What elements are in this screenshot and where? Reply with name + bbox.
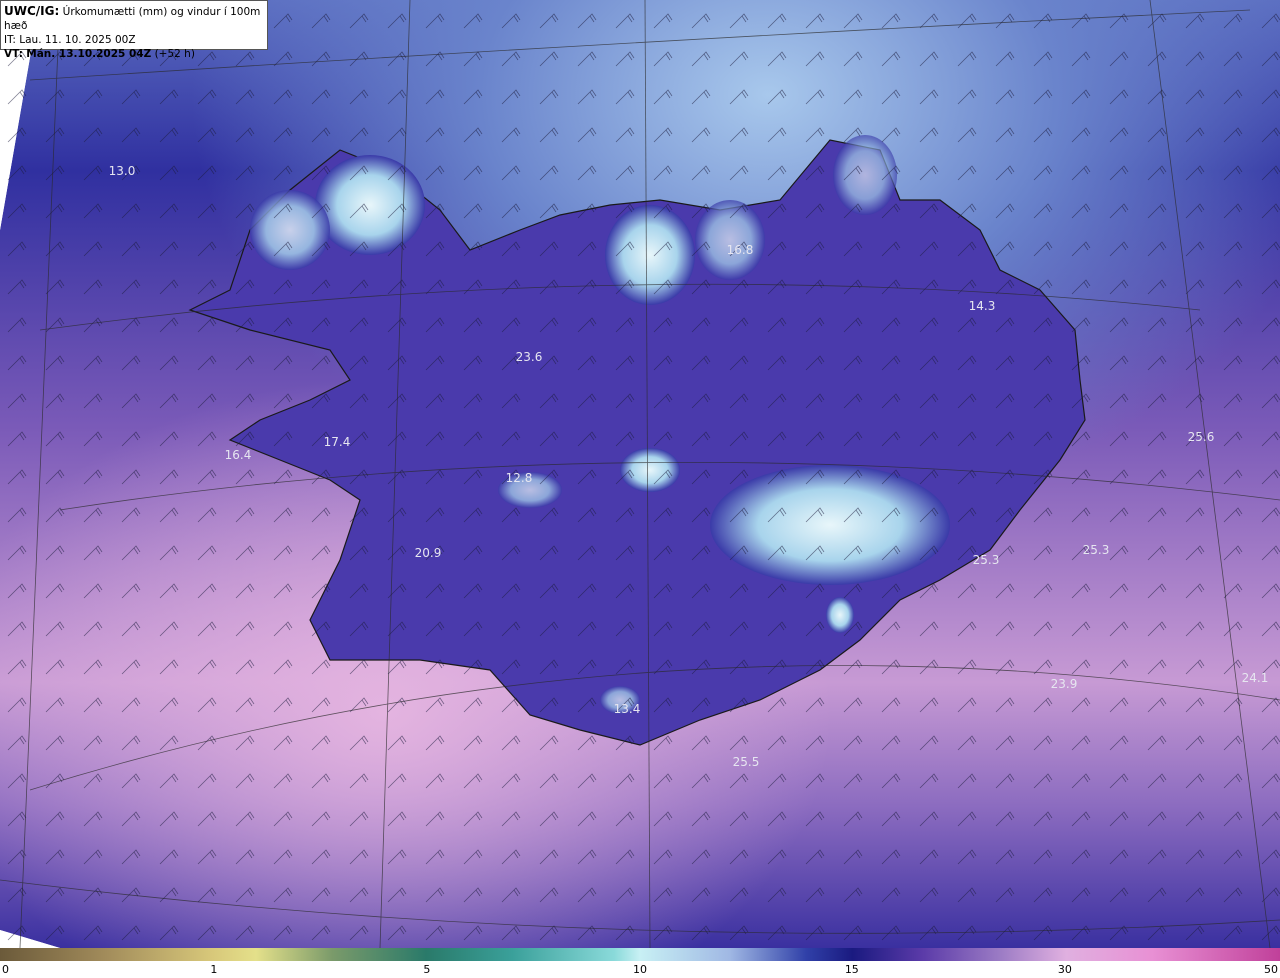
color-legend-tick: 0 (2, 963, 9, 976)
value-label: 13.4 (613, 702, 641, 716)
value-label: 25.6 (1187, 430, 1215, 444)
value-label: 17.4 (323, 435, 351, 449)
value-label: 13.0 (108, 164, 136, 178)
value-label: 16.4 (224, 448, 252, 462)
value-label: 20.9 (414, 546, 442, 560)
valid-time: Mán. 13.10.2025 04Z (26, 48, 152, 60)
color-legend: 0 1 5 10 15 30 50 (0, 948, 1280, 978)
value-label: 25.5 (732, 755, 760, 769)
lead-time: (+52 h) (154, 48, 195, 60)
value-label: 25.3 (1082, 543, 1110, 557)
value-label: 14.3 (968, 299, 996, 313)
product-code: UWC/IG: (4, 4, 60, 18)
color-legend-tick: 5 (423, 963, 431, 976)
value-label: 25.3 (972, 553, 1000, 567)
color-legend-tick: 10 (633, 963, 647, 976)
weather-map (0, 0, 1280, 948)
valid-label: VT: (4, 48, 23, 60)
color-legend-tick: 1 (210, 963, 218, 976)
color-legend-tick: 30 (1057, 963, 1072, 976)
init-label: IT: (4, 34, 16, 46)
init-time: Lau. 11. 10. 2025 00Z (19, 34, 136, 46)
color-legend-tick: 50 (1264, 963, 1278, 976)
value-label: 16.8 (726, 243, 754, 257)
value-label: 23.6 (515, 350, 543, 364)
value-label: 24.1 (1241, 671, 1269, 685)
color-legend-tick: 15 (844, 963, 859, 976)
value-label: 12.8 (505, 471, 533, 485)
map-info-box: UWC/IG: Úrkomumætti (mm) og vindur í 100… (0, 0, 268, 60)
value-label: 23.9 (1050, 677, 1078, 691)
color-legend-strip (0, 948, 1280, 961)
